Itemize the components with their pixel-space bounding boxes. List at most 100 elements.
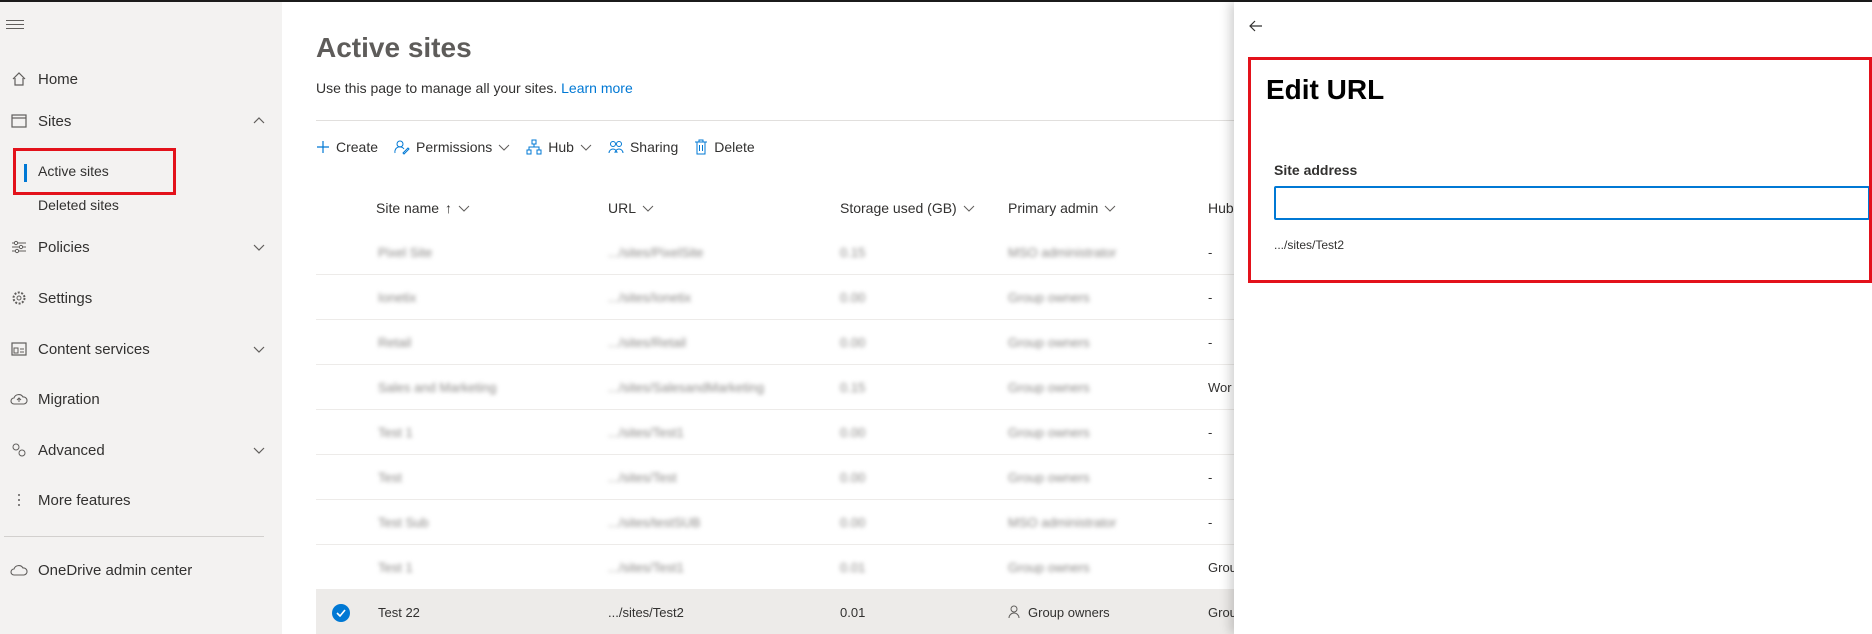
site-name-cell[interactable]: Test 22 bbox=[378, 605, 420, 620]
nav-item-policies[interactable]: Policies bbox=[0, 232, 270, 262]
hub-cell: Grou bbox=[1208, 605, 1237, 620]
active-indicator bbox=[24, 164, 27, 182]
storage-cell: 0.15 bbox=[840, 380, 866, 395]
nav-item-settings[interactable]: Settings bbox=[0, 283, 270, 313]
hub-button[interactable]: Hub bbox=[526, 139, 592, 155]
sharing-button[interactable]: Sharing bbox=[608, 139, 678, 155]
site-name-cell[interactable]: Retail bbox=[378, 335, 411, 350]
command-bar: Create Permissions Hub Sharing Delete bbox=[316, 132, 771, 162]
nav-item-label: Policies bbox=[38, 238, 90, 256]
column-header-storage[interactable]: Storage used (GB) bbox=[840, 200, 975, 216]
hamburger-menu-icon[interactable] bbox=[6, 20, 24, 34]
hub-cell: - bbox=[1208, 515, 1213, 530]
site-name-cell[interactable]: Pixel Site bbox=[378, 245, 432, 260]
site-address-hint: .../sites/Test2 bbox=[1274, 238, 1345, 252]
chevron-up-icon[interactable] bbox=[252, 114, 266, 128]
storage-cell: 0.15 bbox=[840, 245, 866, 260]
admin-cell: Group owners bbox=[1008, 425, 1090, 440]
permissions-label: Permissions bbox=[416, 139, 493, 155]
chevron-down-icon[interactable] bbox=[252, 342, 266, 356]
sort-ascending-icon: ↑ bbox=[445, 200, 453, 216]
column-header-url[interactable]: URL bbox=[608, 200, 654, 216]
learn-more-link[interactable]: Learn more bbox=[561, 80, 633, 96]
admin-cell: Group owners bbox=[1008, 470, 1090, 485]
back-arrow-icon[interactable] bbox=[1248, 18, 1264, 34]
sharing-icon bbox=[608, 139, 624, 155]
site-name-cell[interactable]: Sales and Marketing bbox=[378, 380, 497, 395]
row-checkmark-icon[interactable] bbox=[332, 604, 350, 622]
nav-subitem-active-sites[interactable]: Active sites bbox=[38, 163, 109, 179]
admin-cell: MSO administrator bbox=[1008, 245, 1117, 260]
url-cell: .../sites/Test1 bbox=[608, 560, 684, 575]
table-row[interactable]: Pixel Site .../sites/PixelSite 0.15 MSO … bbox=[316, 230, 1234, 275]
chevron-down-icon[interactable] bbox=[252, 240, 266, 254]
policies-icon bbox=[0, 240, 38, 254]
nav-item-onedrive[interactable]: OneDrive admin center bbox=[0, 555, 270, 585]
site-address-input[interactable] bbox=[1274, 186, 1870, 220]
url-cell: .../sites/PixelSite bbox=[608, 245, 704, 260]
nav-item-label: Sites bbox=[38, 112, 72, 130]
admin-label: Group owners bbox=[1028, 605, 1110, 620]
table-row[interactable]: Sales and Marketing .../sites/SalesandMa… bbox=[316, 365, 1234, 410]
hub-cell: - bbox=[1208, 335, 1213, 350]
url-cell: .../sites/Ionetix bbox=[608, 290, 692, 305]
page-title: Active sites bbox=[316, 32, 472, 63]
table-row[interactable]: Test Sub .../sites/testSUB 0.00 MSO admi… bbox=[316, 500, 1234, 545]
delete-label: Delete bbox=[714, 139, 755, 155]
storage-cell: 0.01 bbox=[840, 605, 866, 620]
nav-item-more-features[interactable]: More features bbox=[0, 485, 270, 515]
hub-cell: - bbox=[1208, 470, 1213, 485]
left-nav: Home Sites Active sites Deleted sites Po… bbox=[0, 2, 282, 634]
table-row[interactable]: Retail .../sites/Retail 0.00 Group owner… bbox=[316, 320, 1234, 365]
nav-item-migration[interactable]: Migration bbox=[0, 384, 270, 414]
url-cell: .../sites/Test bbox=[608, 470, 677, 485]
site-name-cell[interactable]: Test Sub bbox=[378, 515, 429, 530]
permissions-button[interactable]: Permissions bbox=[394, 139, 510, 155]
hub-cell: - bbox=[1208, 245, 1213, 260]
plus-icon bbox=[316, 140, 330, 154]
sites-icon bbox=[0, 114, 38, 128]
nav-subitem-deleted-sites[interactable]: Deleted sites bbox=[38, 197, 119, 213]
chevron-down-icon bbox=[498, 144, 510, 151]
nav-item-content-services[interactable]: Content services bbox=[0, 334, 270, 364]
table-row[interactable]: Ionetix .../sites/Ionetix 0.00 Group own… bbox=[316, 275, 1234, 320]
site-name-cell[interactable]: Test 1 bbox=[378, 560, 413, 575]
delete-button[interactable]: Delete bbox=[694, 139, 755, 155]
column-header-primary-admin[interactable]: Primary admin bbox=[1008, 200, 1116, 216]
nav-item-home[interactable]: Home bbox=[0, 64, 270, 94]
column-header-label: Hub bbox=[1208, 200, 1234, 216]
chevron-down-icon bbox=[1104, 205, 1116, 212]
chevron-down-icon bbox=[963, 205, 975, 212]
hub-cell: Wor bbox=[1208, 380, 1232, 395]
migration-icon bbox=[0, 392, 38, 406]
table-row[interactable]: Test 1 .../sites/Test1 0.01 Group owners… bbox=[316, 545, 1237, 590]
column-header-hub[interactable]: Hub bbox=[1208, 200, 1234, 216]
url-cell: .../sites/SalesandMarketing bbox=[608, 380, 765, 395]
table-row-selected[interactable]: Test 22 .../sites/Test2 0.01 Group owner… bbox=[316, 590, 1237, 634]
admin-cell: Group owners bbox=[1008, 560, 1090, 575]
column-header-site-name[interactable]: Site name ↑ bbox=[376, 200, 470, 216]
main-content: Active sites Use this page to manage all… bbox=[282, 2, 1237, 634]
table-row[interactable]: Test .../sites/Test 0.00 Group owners - bbox=[316, 455, 1234, 500]
url-cell: .../sites/testSUB bbox=[608, 515, 701, 530]
sharing-label: Sharing bbox=[629, 139, 679, 155]
more-features-icon bbox=[0, 492, 38, 508]
nav-item-sites[interactable]: Sites bbox=[0, 106, 270, 136]
create-button[interactable]: Create bbox=[316, 139, 378, 155]
column-header-label: Site name bbox=[376, 200, 440, 216]
nav-item-label: OneDrive admin center bbox=[38, 561, 193, 579]
admin-cell: Group owners bbox=[1008, 290, 1090, 305]
chevron-down-icon[interactable] bbox=[252, 443, 266, 457]
storage-cell: 0.00 bbox=[840, 425, 866, 440]
nav-item-label: Content services bbox=[38, 340, 150, 358]
panel-title: Edit URL bbox=[1266, 74, 1385, 105]
site-name-cell[interactable]: Ionetix bbox=[378, 290, 416, 305]
hub-cell: Grou bbox=[1208, 560, 1237, 575]
site-name-cell[interactable]: Test bbox=[378, 470, 402, 485]
settings-icon bbox=[0, 290, 38, 306]
nav-item-advanced[interactable]: Advanced bbox=[0, 435, 270, 465]
page-description: Use this page to manage all your sites. … bbox=[316, 80, 633, 96]
table-row[interactable]: Test 1 .../sites/Test1 0.00 Group owners… bbox=[316, 410, 1234, 455]
nav-item-label: Home bbox=[38, 70, 79, 88]
site-name-cell[interactable]: Test 1 bbox=[378, 425, 413, 440]
